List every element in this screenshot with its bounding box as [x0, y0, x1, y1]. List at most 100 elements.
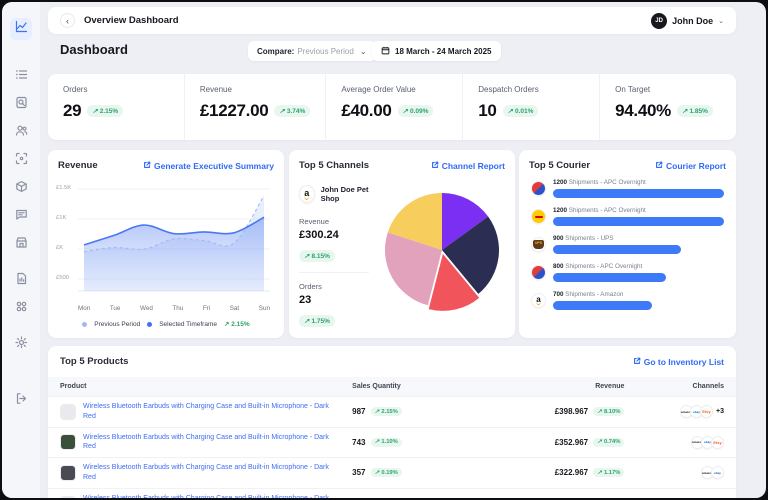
shipments-bar — [553, 217, 724, 226]
shipments-bar — [553, 301, 652, 310]
sidebar-item-dashboard[interactable] — [10, 18, 32, 40]
product-thumbnail — [60, 404, 76, 420]
kpi-orders: Orders 29 ↗2.15% — [48, 74, 185, 140]
sidebar-item-scan[interactable] — [10, 150, 32, 172]
courier-bar-list: 1200 Shipments - APC Overnight 1200 Ship… — [519, 177, 736, 321]
channel-chips: amazon ebay Etsy +3 — [624, 405, 724, 418]
amazon-courier-icon: a — [531, 293, 546, 308]
trend-up-icon: ↗ — [375, 439, 380, 445]
store-icon — [15, 236, 28, 254]
revenue-chart-card: Revenue Generate Executive Summary £1.5K… — [48, 150, 284, 338]
shipments-bar — [553, 245, 681, 254]
trend-badge: ↗1.10% — [371, 438, 402, 447]
legend-dot-previous — [82, 322, 87, 327]
line-chart-plot — [78, 179, 270, 297]
trend-badge: ↗0.74% — [593, 438, 624, 447]
product-thumbnail — [60, 496, 76, 498]
compare-label: Compare: — [257, 47, 294, 56]
trend-up-icon: ↗ — [92, 107, 97, 115]
trend-up-icon: ↗ — [304, 252, 309, 260]
trend-badge: ↗2.15% — [371, 407, 402, 416]
trend-up-icon: ↗ — [597, 409, 602, 415]
scan-icon — [15, 152, 28, 170]
external-link-icon — [655, 161, 663, 171]
product-name-link[interactable]: Wireless Bluetooth Earbuds with Charging… — [83, 463, 333, 483]
trend-up-icon: ↗ — [403, 107, 408, 115]
app-frame: ‹ Overview Dashboard JD John Doe ⌄ Dashb… — [0, 0, 768, 500]
sidebar-item-invoices[interactable] — [10, 94, 32, 116]
y-axis-label: £K — [56, 245, 63, 251]
top-products-card: Top 5 Products Go to Inventory List Prod… — [48, 346, 736, 498]
y-axis-label: £500 — [56, 275, 69, 281]
chart-legend: Previous Period Selected Timeframe ↗ 2.1… — [56, 320, 276, 328]
shop-name: John Doe Pet Shop — [321, 185, 379, 203]
table-row[interactable]: Wireless Bluetooth Earbuds with Charging… — [48, 488, 736, 498]
revenue-line-chart: £1.5K £1K £K £500 MonTue WedThu FriSat S… — [56, 179, 276, 328]
date-range-picker[interactable]: 18 March - 24 March 2025 — [372, 41, 501, 61]
kpi-value: £1227.00 — [200, 101, 269, 121]
back-button[interactable]: ‹ — [60, 13, 75, 28]
trend-up-icon: ↗ — [279, 107, 284, 115]
compare-value: Previous Period — [297, 47, 353, 56]
kpi-value: 94.40% — [615, 101, 671, 121]
user-menu[interactable]: JD John Doe ⌄ — [651, 13, 724, 29]
avatar: JD — [651, 13, 667, 29]
card-title: Top 5 Products — [60, 356, 128, 367]
kpi-row: Orders 29 ↗2.15% Revenue £1227.00 ↗3.74%… — [48, 74, 736, 140]
trend-up-icon: ↗ — [304, 317, 309, 325]
sidebar-item-logout[interactable] — [10, 390, 32, 412]
sidebar-item-orders[interactable] — [10, 66, 32, 88]
legend-dot-selected — [147, 322, 152, 327]
product-name-link[interactable]: Wireless Bluetooth Earbuds with Charging… — [83, 494, 333, 498]
apps-grid-icon — [15, 300, 28, 318]
trend-up-icon: ↗ — [224, 321, 229, 328]
sidebar-item-settings[interactable] — [10, 334, 32, 356]
calendar-icon — [381, 46, 390, 57]
courier-row: 1200 Shipments - APC Overnight — [531, 207, 724, 226]
apc-courier-icon — [531, 181, 546, 196]
generate-executive-summary-link[interactable]: Generate Executive Summary — [143, 161, 274, 171]
table-header: Product Sales Quantity Revenue Channels — [48, 377, 736, 396]
courier-row: UPS 900 Shipments - UPS — [531, 235, 724, 254]
channel-report-link[interactable]: Channel Report — [431, 161, 505, 171]
ebay-chip-icon: ebay — [711, 466, 724, 479]
page-title: Dashboard — [60, 42, 128, 57]
courier-report-link[interactable]: Courier Report — [655, 161, 726, 171]
back-chevron-icon: ‹ — [66, 16, 69, 26]
product-name-link[interactable]: Wireless Bluetooth Earbuds with Charging… — [83, 433, 333, 453]
y-axis-label: £1.5K — [56, 185, 71, 191]
sidebar-item-customers[interactable] — [10, 122, 32, 144]
sidebar-item-store[interactable] — [10, 234, 32, 256]
ups-courier-icon: UPS — [531, 237, 546, 252]
logout-icon — [15, 392, 28, 410]
go-to-inventory-link[interactable]: Go to Inventory List — [633, 357, 724, 367]
channel-chips: amazon ebay Etsy — [624, 436, 724, 449]
table-row[interactable]: Wireless Bluetooth Earbuds with Charging… — [48, 457, 736, 488]
card-title: Revenue — [58, 160, 98, 171]
sidebar-item-messages[interactable] — [10, 206, 32, 228]
card-title: Top 5 Courier — [529, 160, 590, 171]
kpi-average-order-value: Average Order Value £40.00 ↗0.09% — [326, 74, 463, 140]
product-name-link[interactable]: Wireless Bluetooth Earbuds with Charging… — [83, 402, 333, 422]
trend-up-icon: ↗ — [375, 409, 380, 415]
courier-row: a 700 Shipments - Amazon — [531, 291, 724, 310]
trend-up-icon: ↗ — [597, 439, 602, 445]
channel-summary: a John Doe Pet Shop Revenue £300.24 ↗8.1… — [299, 181, 379, 328]
table-row[interactable]: Wireless Bluetooth Earbuds with Charging… — [48, 427, 736, 458]
sidebar-item-reports[interactable] — [10, 270, 32, 292]
more-channels-count: +3 — [716, 408, 724, 415]
channel-orders: 23 — [299, 294, 379, 306]
shipments-bar — [553, 273, 666, 282]
chevron-down-icon: ⌄ — [360, 47, 367, 56]
sidebar-item-apps[interactable] — [10, 298, 32, 320]
kpi-value: 29 — [63, 101, 81, 121]
compare-dropdown[interactable]: Compare: Previous Period ⌄ — [248, 41, 376, 61]
document-search-icon — [15, 96, 28, 114]
sidebar-item-inventory[interactable] — [10, 178, 32, 200]
table-row[interactable]: Wireless Bluetooth Earbuds with Charging… — [48, 396, 736, 427]
trend-up-icon: ↗ — [682, 107, 687, 115]
channels-pie-chart — [379, 181, 505, 328]
x-axis-labels: MonTue WedThu FriSat Sun — [78, 305, 270, 312]
trend-badge: ↗1.85% — [677, 105, 713, 117]
legend-trend: ↗ 2.15% — [224, 320, 250, 328]
